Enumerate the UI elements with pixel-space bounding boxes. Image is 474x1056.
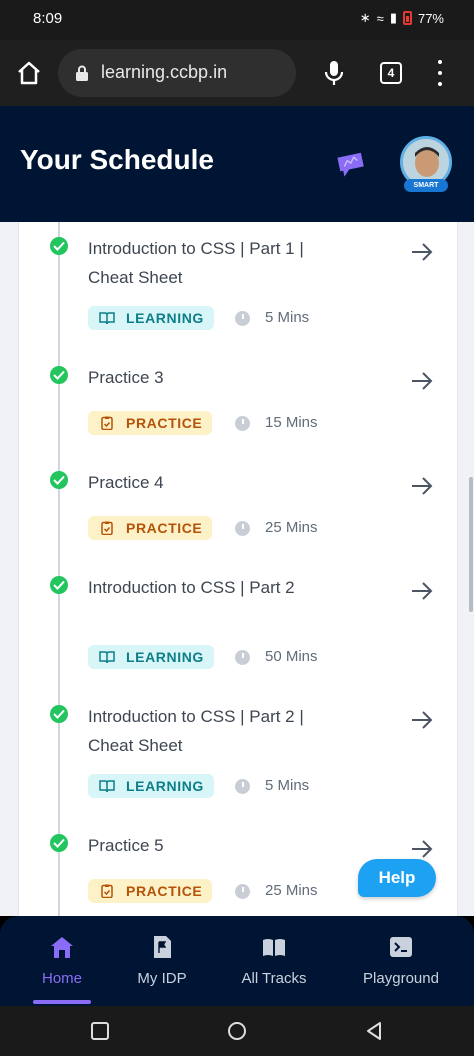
clock-icon [235,311,250,326]
nav-item-all-tracks[interactable]: All Tracks [219,934,329,987]
scrollbar[interactable] [469,477,473,612]
nav-label: All Tracks [241,970,307,987]
completed-check-icon [50,834,68,852]
item-duration: 15 Mins [265,414,318,431]
nav-label: My IDP [137,970,187,987]
clock-icon [235,521,250,536]
item-title[interactable]: Practice 4 [88,468,328,497]
clipboard-check-icon [101,416,113,430]
tag-label: LEARNING [126,310,204,326]
arrow-right-icon[interactable] [411,710,433,730]
book-open-icon [263,939,285,956]
wifi-icon: ≈ [376,10,384,26]
clock-icon [235,416,250,431]
item-duration: 50 Mins [265,648,318,665]
home-circle-icon[interactable] [227,1021,247,1041]
home-icon [51,937,73,958]
browser-toolbar: learning.ccbp.in 4 [0,40,474,106]
arrow-right-icon[interactable] [411,839,433,859]
book-icon [99,312,115,325]
item-duration: 25 Mins [265,519,318,536]
schedule-content[interactable]: Introduction to CSS | Part 1 | Cheat She… [0,222,474,916]
nav-item-home[interactable]: Home [7,934,117,987]
app-header: Your Schedule SMART [0,106,474,222]
item-duration: 5 Mins [265,309,310,326]
arrow-right-icon[interactable] [411,371,433,391]
back-icon[interactable] [364,1021,384,1041]
lock-icon [76,65,88,81]
flag-document-icon [154,936,171,958]
learning-tag: LEARNING [88,645,214,669]
signal-icon: ▮ [389,10,397,25]
status-icons: ∗ ≈ ▮ 77% [360,10,444,26]
status-bar: 8:09 ∗ ≈ ▮ 77% [0,0,474,40]
bluetooth-icon: ∗ [359,10,371,25]
tag-label: PRACTICE [126,883,203,899]
avatar-badge: SMART [404,179,448,192]
schedule-card: Introduction to CSS | Part 1 | Cheat She… [18,222,458,916]
item-title[interactable]: Introduction to CSS | Part 1 | Cheat She… [88,234,328,292]
completed-check-icon [50,705,68,723]
item-title[interactable]: Introduction to CSS | Part 2 [88,573,328,602]
tab-switcher-button[interactable]: 4 [380,62,402,84]
practice-tag: PRACTICE [88,879,213,903]
learning-tag: LEARNING [88,306,214,330]
tag-label: PRACTICE [126,520,203,536]
arrow-right-icon[interactable] [411,242,433,262]
timeline-line [58,222,60,916]
nav-label: Home [41,970,82,987]
arrow-right-icon[interactable] [411,581,433,601]
url-text: learning.ccbp.in [101,62,228,82]
overflow-menu-icon[interactable] [432,60,448,86]
tag-label: LEARNING [126,649,204,665]
system-navigation-bar [0,1006,474,1056]
nav-item-my-idp[interactable]: My IDP [107,934,217,987]
arrow-right-icon[interactable] [411,476,433,496]
clock-icon [235,779,250,794]
bottom-navigation: Home My IDP All Tracks Playground [0,916,474,1006]
item-duration: 25 Mins [265,882,318,899]
clipboard-check-icon [101,521,113,535]
nav-label: Playground [363,970,439,987]
chat-icon[interactable] [336,150,366,178]
learning-tag: LEARNING [88,774,214,798]
tag-label: LEARNING [126,778,204,794]
completed-check-icon [50,237,68,255]
item-title[interactable]: Practice 5 [88,831,328,860]
completed-check-icon [50,576,68,594]
clock-icon [235,650,250,665]
terminal-icon [390,937,412,957]
practice-tag: PRACTICE [88,411,213,435]
page-title: Your Schedule [20,144,214,175]
completed-check-icon [50,471,68,489]
clipboard-check-icon [101,884,113,898]
book-icon [99,651,115,664]
help-button[interactable]: Help [358,859,436,897]
nav-item-playground[interactable]: Playground [346,934,456,987]
item-title[interactable]: Practice 3 [88,363,328,392]
status-time: 8:09 [33,10,63,27]
battery-percent: 77% [417,10,444,26]
item-duration: 5 Mins [265,777,310,794]
practice-tag: PRACTICE [88,516,213,540]
recent-apps-icon[interactable] [90,1021,110,1041]
active-tab-indicator [33,1000,91,1004]
book-icon [99,780,115,793]
browser-home-icon[interactable] [16,60,42,86]
microphone-icon[interactable] [322,58,346,88]
tag-label: PRACTICE [126,415,203,431]
battery-icon [402,11,412,25]
completed-check-icon [50,366,68,384]
item-title[interactable]: Introduction to CSS | Part 2 | Cheat She… [88,702,328,760]
clock-icon [235,884,250,899]
address-bar[interactable]: learning.ccbp.in [58,49,296,97]
